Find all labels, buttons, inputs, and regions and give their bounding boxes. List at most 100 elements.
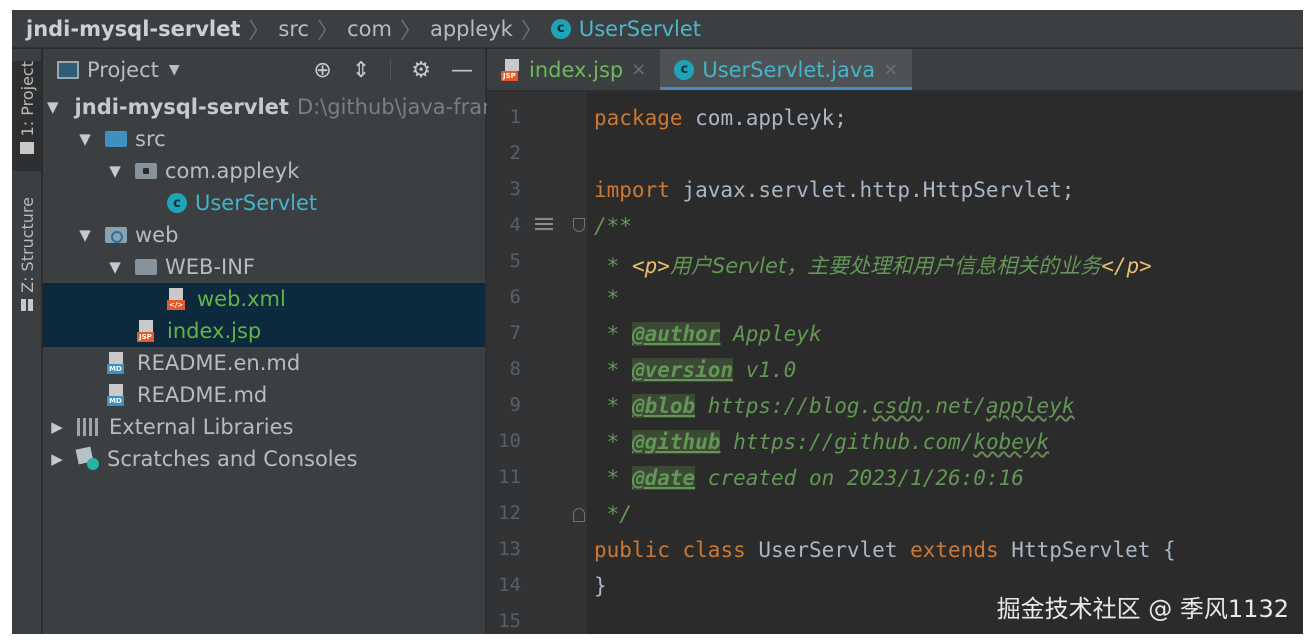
tree-item-readme-en[interactable]: MD README.en.md: [43, 347, 485, 379]
jsp-file-icon: JSP: [501, 58, 523, 81]
readme-label: README.md: [137, 383, 268, 407]
tree-item-external-libraries[interactable]: ▶ External Libraries: [43, 411, 485, 443]
toolbar-divider: [390, 59, 392, 81]
line-number: 5: [509, 250, 521, 272]
doc-text: created on 2023/1/26:0:16: [695, 466, 1024, 490]
line-number: 12: [498, 502, 521, 524]
doc-tag: @author: [631, 322, 721, 346]
doc-text: *: [594, 466, 632, 490]
project-panel: Project ▼ ⊕ ⇕ ⚙ — ▼ jndi-mysql-servlet D…: [43, 49, 495, 634]
doc-text: kobeyk: [973, 430, 1050, 454]
code-editor: JSP index.jsp × c UserServlet.java × 1 2…: [487, 49, 1303, 634]
project-tab-label: 1: Project: [17, 61, 37, 137]
doc-text: *: [594, 358, 632, 382]
doc-tag: @date: [631, 466, 696, 490]
collapse-arrow-icon[interactable]: ▶: [47, 450, 67, 468]
breadcrumb-separator: 〉: [520, 18, 543, 44]
structure-icon: [21, 298, 33, 311]
line-number: 11: [498, 466, 521, 488]
close-icon[interactable]: ×: [883, 59, 898, 80]
web-inf-label: WEB-INF: [165, 255, 255, 279]
code-line-8: * @version v1.0: [594, 358, 796, 382]
folder-icon: [20, 142, 34, 155]
breadcrumb-com[interactable]: com: [347, 17, 392, 41]
chevron-down-icon[interactable]: ▼: [169, 62, 180, 78]
code-line-12: */: [594, 502, 632, 526]
doc-text: 用户Servlet，主要处理和用户信息相关的业务: [669, 254, 1102, 278]
tree-item-src[interactable]: ▼ src: [43, 123, 485, 155]
scratches-label: Scratches and Consoles: [107, 447, 358, 471]
code-line-6: *: [594, 286, 620, 310]
expand-arrow-icon[interactable]: ▼: [75, 130, 95, 148]
collapse-arrow-icon[interactable]: ▶: [47, 418, 67, 436]
code-line-10: * @github https://github.com/kobeyk: [594, 430, 1049, 454]
minimize-icon[interactable]: —: [451, 58, 473, 83]
gear-icon[interactable]: ⚙: [411, 58, 431, 83]
line-number: 7: [509, 322, 521, 344]
tab-index-jsp[interactable]: JSP index.jsp ×: [487, 49, 660, 90]
root-label: jndi-mysql-servlet: [74, 95, 289, 119]
render-doc-icon[interactable]: [535, 218, 553, 232]
external-libraries-label: External Libraries: [109, 415, 294, 439]
readme-en-label: README.en.md: [137, 351, 301, 375]
breadcrumb-src[interactable]: src: [278, 17, 309, 41]
code-line-13: public class UserServlet extends HttpSer…: [594, 538, 1176, 562]
locate-icon[interactable]: ⊕: [313, 58, 331, 83]
tree-item-web[interactable]: ▼ web: [43, 219, 485, 251]
tree-item-readme[interactable]: MD README.md: [43, 379, 485, 411]
expand-arrow-icon[interactable]: ▼: [47, 98, 59, 116]
code-line-3: import javax.servlet.http.HttpServlet;: [594, 178, 1074, 202]
class-name: UserServlet: [758, 538, 898, 562]
line-number: 6: [509, 286, 521, 308]
tree-item-web-xml[interactable]: </> web.xml: [43, 283, 485, 315]
xml-file-icon: </>: [167, 288, 189, 310]
line-number: 1: [509, 106, 521, 128]
tab-index-jsp-label: index.jsp: [529, 57, 624, 82]
expand-arrow-icon[interactable]: ▼: [105, 162, 125, 180]
structure-tab-label: Z: Structure: [17, 197, 37, 293]
tree-item-package[interactable]: ▼ com.appleyk: [43, 155, 485, 187]
package-icon: [135, 163, 157, 179]
index-jsp-label: index.jsp: [167, 319, 262, 343]
class-icon: c: [550, 18, 571, 39]
root-path: D:\github\java-fran: [296, 95, 496, 119]
close-icon[interactable]: ×: [631, 59, 646, 80]
fold-marker-icon[interactable]: [573, 218, 585, 232]
tree-item-scratches[interactable]: ▶ Scratches and Consoles: [43, 443, 485, 475]
breadcrumb-project[interactable]: jndi-mysql-servlet: [26, 17, 240, 41]
breadcrumb-appleyk[interactable]: appleyk: [430, 17, 513, 41]
markdown-file-icon: MD: [107, 352, 129, 374]
src-label: src: [135, 127, 166, 151]
expand-arrow-icon[interactable]: ▼: [75, 226, 95, 244]
collapse-all-icon[interactable]: ⇕: [352, 58, 370, 83]
code-line-4: /**: [594, 214, 632, 238]
tree-item-userservlet[interactable]: c UserServlet: [43, 187, 485, 219]
tree-item-index-jsp[interactable]: JSP index.jsp: [43, 315, 485, 347]
expand-arrow-icon[interactable]: ▼: [105, 258, 125, 276]
project-window-icon: [57, 61, 79, 79]
project-view-selector[interactable]: Project: [87, 58, 159, 82]
line-number: 15: [498, 610, 521, 632]
breadcrumb-userservlet[interactable]: UserServlet: [579, 17, 701, 41]
code-line-5: * <p>用户Servlet，主要处理和用户信息相关的业务</p>: [594, 250, 1152, 280]
tab-userservlet-java[interactable]: c UserServlet.java ×: [660, 49, 913, 90]
library-icon: [77, 418, 101, 436]
line-number: 14: [498, 574, 521, 596]
keyword: public: [594, 538, 670, 562]
html-tag: <p>: [631, 254, 670, 278]
tree-item-root[interactable]: ▼ jndi-mysql-servlet D:\github\java-fran: [43, 91, 495, 123]
line-number: 3: [509, 178, 521, 200]
line-number: 8: [509, 358, 521, 380]
tab-userservlet-label: UserServlet.java: [702, 57, 876, 82]
breadcrumb: jndi-mysql-servlet 〉 src 〉 com 〉 appleyk…: [12, 10, 1303, 48]
tree-item-web-inf[interactable]: ▼ WEB-INF: [43, 251, 485, 283]
code-text: HttpServlet {: [1011, 538, 1176, 562]
fold-marker-icon[interactable]: [573, 508, 585, 522]
userservlet-label: UserServlet: [195, 191, 318, 215]
tab-structure-toolwindow[interactable]: Z: Structure: [12, 197, 42, 317]
markdown-file-icon: MD: [107, 384, 129, 406]
doc-text: *: [594, 254, 632, 278]
doc-text: *: [594, 322, 632, 346]
tab-project-toolwindow[interactable]: 1: Project: [12, 61, 42, 171]
doc-text: .net/: [922, 394, 986, 418]
